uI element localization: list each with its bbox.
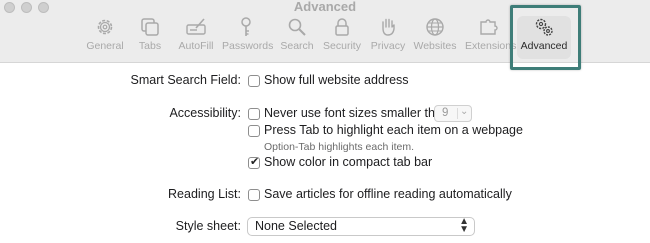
select-divider [457, 108, 458, 119]
puzzle-icon [480, 19, 498, 35]
show-full-address-text: Show full website address [264, 73, 409, 87]
autofill-icon [186, 18, 206, 35]
min-font-size-checkbox[interactable] [248, 108, 260, 120]
offline-reading-text: Save articles for offline reading automa… [264, 187, 512, 201]
tab-autofill-label: AutoFill [178, 40, 214, 52]
chevron-down-icon: ⌄ [460, 106, 469, 117]
lock-icon [335, 18, 349, 36]
tab-websites[interactable]: Websites [413, 16, 457, 58]
tab-websites-label: Websites [413, 40, 457, 52]
tab-tabs-label: Tabs [138, 40, 162, 52]
tab-general[interactable]: General [84, 16, 126, 58]
tabs-icon [141, 18, 159, 36]
tab-extensions[interactable]: Extensions [465, 16, 517, 58]
min-font-size-value: 9 [442, 107, 449, 119]
tab-passwords-label: Passwords [222, 40, 274, 52]
tab-search[interactable]: Search [280, 16, 314, 58]
hand-icon [382, 18, 395, 36]
show-full-address-checkbox[interactable] [248, 75, 260, 87]
key-icon [241, 17, 251, 36]
tab-security[interactable]: Security [322, 16, 362, 58]
press-tab-text: Press Tab to highlight each item on a we… [264, 123, 523, 137]
tab-privacy-label: Privacy [370, 40, 406, 52]
tab-passwords[interactable]: Passwords [222, 16, 274, 58]
tab-search-label: Search [280, 40, 314, 52]
style-sheet-value: None Selected [255, 219, 338, 233]
press-tab-checkbox[interactable] [248, 125, 260, 137]
tab-tabs[interactable]: Tabs [135, 16, 165, 58]
tab-extensions-label: Extensions [465, 40, 517, 52]
updown-chevron-icon: ▲ ▼ [459, 216, 469, 235]
tab-general-label: General [86, 40, 124, 52]
min-font-size-select[interactable]: 9 ⌄ [434, 105, 472, 122]
advanced-tab-highlight [510, 5, 581, 70]
accessibility-label: Accessibility: [169, 106, 241, 120]
compact-tab-color-checkbox[interactable] [248, 155, 260, 169]
style-sheet-label: Style sheet: [175, 219, 241, 233]
tab-autofill[interactable]: AutoFill [177, 16, 215, 58]
tab-security-label: Security [323, 40, 361, 52]
min-font-size-text: Never use font sizes smaller than [264, 106, 449, 120]
smart-search-label: Smart Search Field: [130, 73, 241, 87]
press-tab-hint: Option-Tab highlights each item. [264, 141, 414, 153]
offline-reading-checkbox[interactable] [248, 189, 260, 201]
gear-icon [97, 19, 113, 35]
globe-icon [426, 18, 444, 36]
reading-list-label: Reading List: [168, 187, 241, 201]
style-sheet-select[interactable]: None Selected ▲ ▼ [247, 217, 475, 236]
compact-tab-color-text: Show color in compact tab bar [264, 155, 433, 169]
magnifier-icon [288, 18, 306, 36]
tab-privacy[interactable]: Privacy [369, 16, 407, 58]
